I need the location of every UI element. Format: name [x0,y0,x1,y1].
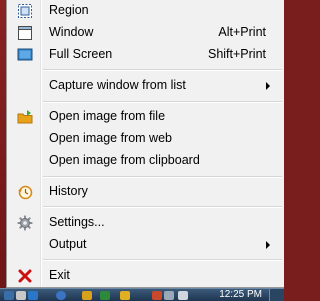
taskbar-app-icon[interactable] [120,291,130,300]
close-icon [17,268,33,284]
menu-separator [43,101,282,103]
taskbar-app-icon[interactable] [100,291,110,300]
menu-item-settings[interactable]: Settings... [7,212,284,234]
taskbar: 12:25 PM [0,288,284,301]
menu-separator [43,176,282,178]
menu-item-label: History [49,184,88,198]
region-icon [17,3,33,19]
menu-item-label: Open image from file [49,109,166,123]
menu-item-label: Open image from clipboard [49,153,200,167]
menu-item-window[interactable]: Window Alt+Print [7,22,284,44]
menu-separator [43,259,282,261]
gear-icon [17,215,33,231]
taskbar-app-icon[interactable] [28,291,38,300]
taskbar-clock[interactable]: 12:25 PM [219,289,262,300]
fullscreen-icon [17,47,33,63]
submenu-arrow-icon [266,82,270,90]
taskbar-app-icon[interactable] [16,291,26,300]
menu-item-region[interactable]: Region [7,0,284,22]
menu-item-label: Region [49,3,89,17]
menu-item-output[interactable]: Output [7,234,284,256]
volume-icon[interactable] [178,291,188,300]
menu-item-capture-window-from-list[interactable]: Capture window from list [7,75,284,97]
start-icon[interactable] [4,291,14,300]
menu-item-label: Window [49,25,94,39]
menu-item-shortcut: Shift+Print [207,47,266,61]
menu-item-open-image-from-web[interactable]: Open image from web [7,128,284,150]
menu-item-exit[interactable]: Exit [7,265,284,287]
tray-icon[interactable] [152,291,162,300]
menu-item-shortcut: Alt+Print [218,25,266,39]
menu-item-open-image-from-clipboard[interactable]: Open image from clipboard [7,150,284,172]
browser-icon[interactable] [56,291,66,300]
window-icon [17,25,33,41]
context-menu: Region Window Alt+Print Full Screen Shif… [6,0,284,288]
menu-item-label: Exit [49,268,70,282]
menu-item-label: Full Screen [49,47,113,61]
menu-item-label: Open image from web [49,131,172,145]
tray-icon[interactable] [164,291,174,300]
menu-item-label: Output [49,237,87,251]
menu-item-open-image-from-file[interactable]: Open image from file [7,106,284,128]
menu-separator [43,69,282,71]
menu-item-full-screen[interactable]: Full Screen Shift+Print [7,44,284,66]
menu-separator [43,206,282,208]
folder-icon [17,109,33,125]
show-desktop-button[interactable] [269,289,284,301]
submenu-arrow-icon [266,241,270,249]
folder-taskbar-icon[interactable] [82,291,92,300]
menu-item-label: Settings... [49,215,105,229]
menu-item-history[interactable]: History [7,181,284,203]
menu-item-label: Capture window from list [49,78,186,92]
history-icon [17,184,33,200]
